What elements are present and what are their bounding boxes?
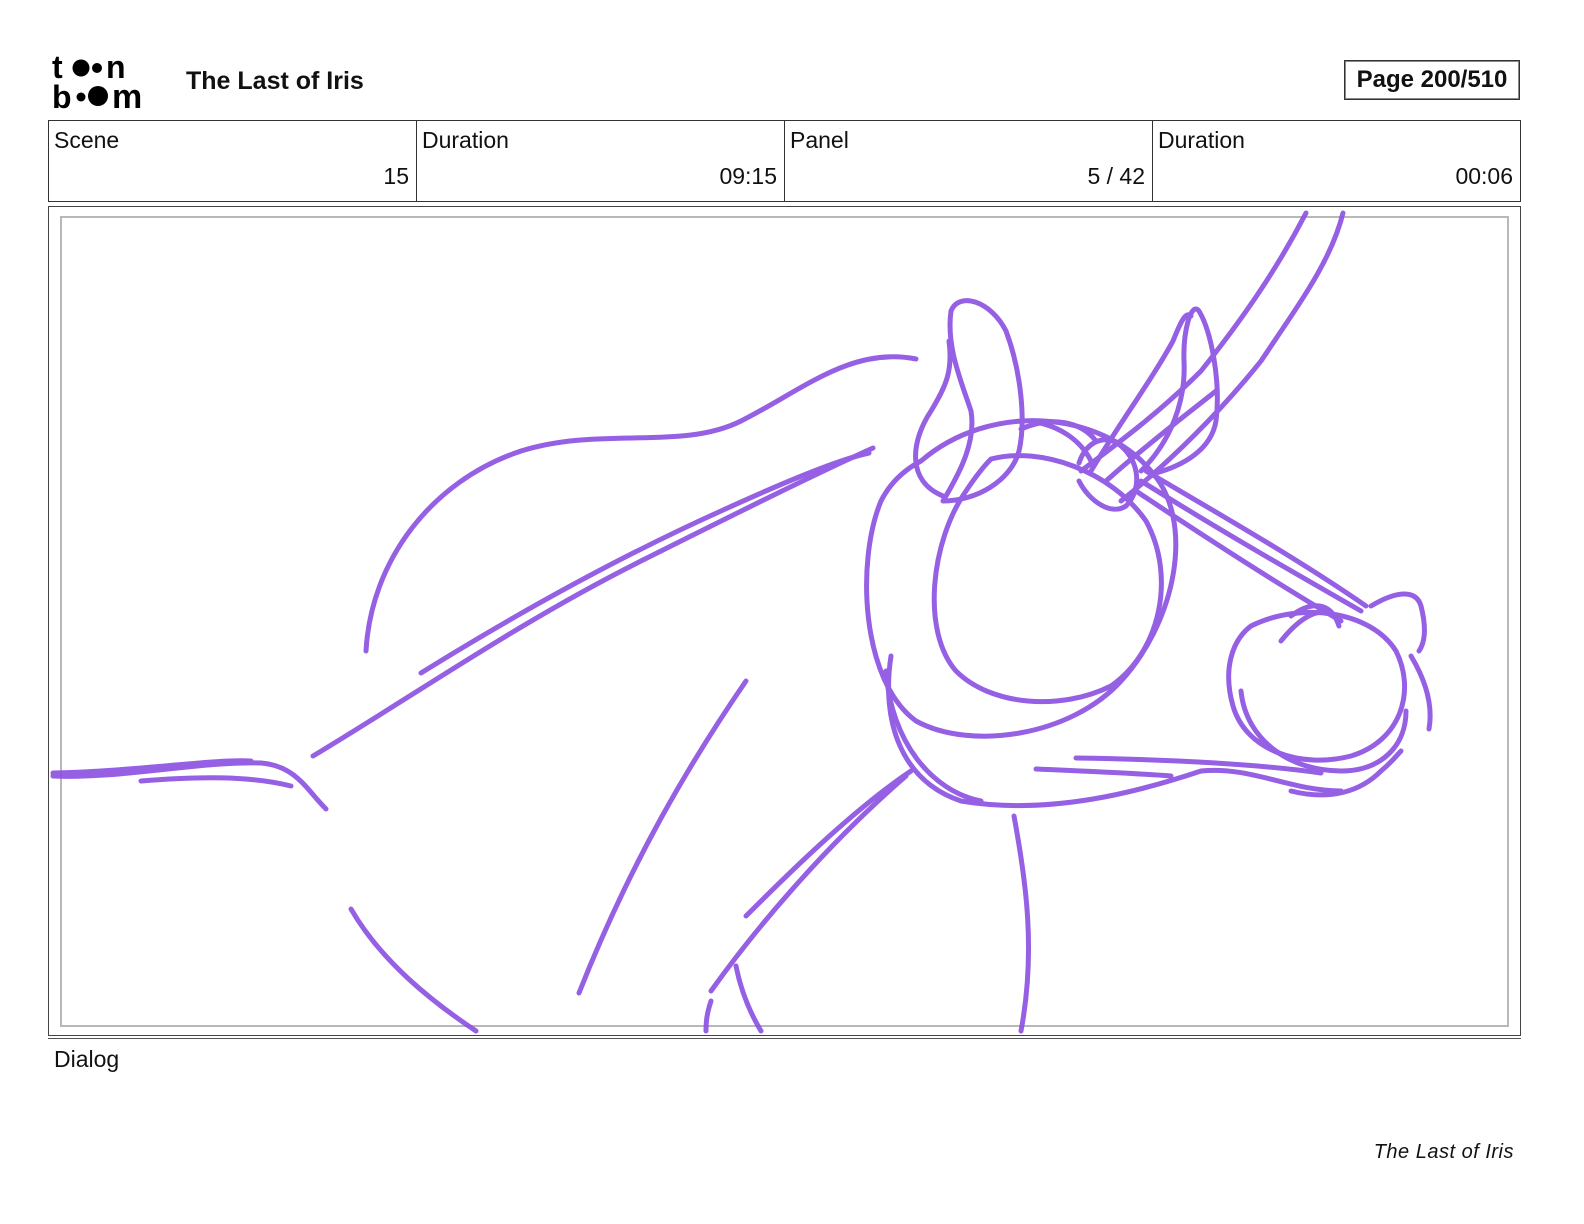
- panel-value: 5 / 42: [1087, 163, 1145, 189]
- panel-cell: Panel 5 / 42: [785, 121, 1153, 201]
- panel-duration-cell: Duration 00:06: [1153, 121, 1520, 201]
- footer-title: The Last of Iris: [1373, 1141, 1514, 1163]
- sketch-stroke: [418, 450, 872, 676]
- sketch-stroke: [310, 445, 876, 759]
- panel-duration-value: 00:06: [1455, 163, 1513, 189]
- sketch-stroke: [1408, 653, 1433, 732]
- sketch-stroke: [703, 998, 714, 1034]
- scene-value: 15: [383, 163, 409, 189]
- dialog-label: Dialog: [54, 1046, 120, 1072]
- sketch-stroke: [576, 678, 749, 996]
- sketch-stroke: [1033, 766, 1174, 779]
- sketch-stroke: [1011, 813, 1032, 1034]
- sketch-stroke: [931, 453, 1164, 705]
- scene-duration-value: 09:15: [719, 163, 777, 189]
- sketch-stroke: [138, 775, 294, 789]
- scene-cell: Scene 15: [49, 121, 417, 201]
- scene-duration-cell: Duration 09:15: [417, 121, 785, 201]
- sketch-stroke: [1368, 591, 1427, 654]
- panel-duration-label: Duration: [1158, 127, 1245, 153]
- sketch-stroke: [348, 906, 479, 1034]
- sketch-stroke: [708, 773, 909, 994]
- panel-info-table: Scene 15 Duration 09:15 Panel 5 / 42 Dur…: [48, 120, 1521, 202]
- sketch-stroke: [1143, 468, 1369, 609]
- sketch-stroke: [1226, 609, 1408, 763]
- project-title: The Last of Iris: [186, 67, 364, 95]
- sketch-stroke: [733, 963, 764, 1034]
- scene-duration-label: Duration: [422, 127, 509, 153]
- storyboard-panel: [48, 206, 1521, 1036]
- sketch-stroke: [363, 354, 919, 654]
- dialog-divider: [48, 1038, 1521, 1039]
- sketch-stroke: [886, 653, 1344, 809]
- sketch-stroke: [913, 338, 953, 499]
- svg-text:m: m: [112, 78, 142, 110]
- svg-text:b: b: [52, 79, 72, 110]
- scene-label: Scene: [54, 127, 120, 153]
- panel-label: Panel: [790, 127, 849, 153]
- toon-boom-logo: t n b m: [52, 52, 142, 110]
- horse-sketch: [50, 210, 1433, 1034]
- sketch-stroke: [864, 418, 1179, 739]
- page-indicator: Page 200/510: [1344, 60, 1520, 100]
